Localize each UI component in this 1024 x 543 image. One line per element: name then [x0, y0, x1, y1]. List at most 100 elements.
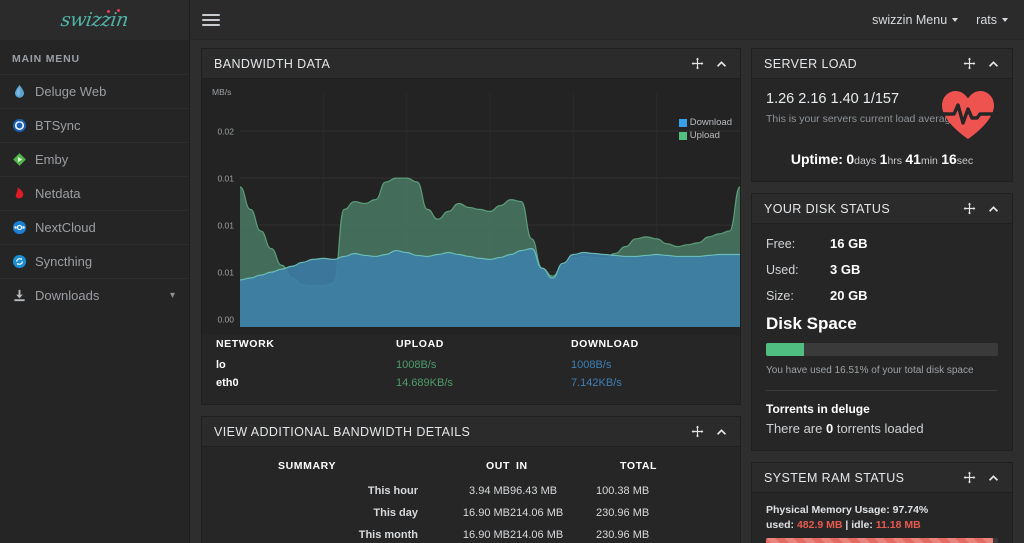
topnav-swizzin-menu[interactable]: swizzin Menu	[872, 12, 959, 27]
disk-status-panel: YOUR DISK STATUS Free: 16 GB Used: 3 GB …	[751, 193, 1013, 451]
sidebar-item-nextcloud[interactable]: NextCloud	[0, 210, 189, 244]
logo-text: swizzin	[59, 9, 130, 31]
col-out: OUT	[486, 460, 510, 472]
ram-usage-line: Physical Memory Usage: 97.74%	[766, 504, 929, 516]
move-icon[interactable]	[963, 202, 976, 215]
move-icon[interactable]	[691, 425, 704, 438]
row-out: 16.90 MB	[462, 507, 510, 519]
panel-header: SYSTEM RAM STATUS	[752, 463, 1012, 493]
row-label: This day	[373, 507, 418, 519]
sidebar-item-label: Emby	[35, 152, 69, 167]
ram-used-value: 482.9 MB	[796, 519, 843, 531]
net-interface-name: eth0	[216, 377, 239, 389]
move-icon[interactable]	[963, 57, 976, 70]
disk-used-value: 3 GB	[830, 262, 861, 277]
uptime-days: 0	[846, 151, 855, 167]
legend-label: Upload	[689, 130, 720, 141]
ram-detail-line: used: 482.9 MB | idle: 11.18 MB	[766, 519, 998, 531]
disk-free-row: Free: 16 GB	[766, 236, 998, 251]
net-interface-name: lo	[216, 359, 226, 371]
bandwidth-chart[interactable]: MB/s 0.02 0.01 0.01 0.01 0.00 Download Uploa…	[202, 79, 740, 335]
disk-used-row: Used: 3 GB	[766, 262, 998, 277]
sidebar-item-label: NextCloud	[35, 220, 96, 235]
net-download-value: 1008B/s	[571, 359, 612, 371]
disk-size-value: 20 GB	[830, 288, 868, 303]
topbar: swizzin Menu rats	[190, 0, 1024, 40]
topnav-label: swizzin Menu	[872, 12, 948, 27]
bandwidth-details-panel: VIEW ADDITIONAL BANDWIDTH DETAILS SUMMAR…	[201, 416, 741, 543]
disk-usage-bar-fill	[766, 343, 805, 356]
row-total: 100.38 MB	[596, 485, 650, 497]
torrents-line: There are 0 torrents loaded	[766, 421, 998, 436]
chevron-down-icon: ▾	[169, 290, 175, 301]
ram-usage-bar-fill	[766, 538, 993, 543]
chevron-up-icon[interactable]	[987, 471, 1000, 484]
bandwidth-data-panel: BANDWIDTH DATA MB/s 0.02 0.01 0.01 0.01 …	[201, 48, 741, 405]
legend-swatch	[678, 131, 687, 140]
table-row: This month 16.90 MB 214.06 MB 230.96 MB	[216, 524, 726, 543]
divider	[766, 390, 998, 391]
chevron-up-icon[interactable]	[987, 202, 1000, 215]
move-icon[interactable]	[691, 57, 704, 70]
row-in: 96.43 MB	[510, 485, 558, 497]
legend-item-download: Download	[678, 117, 732, 128]
panel-tools	[691, 57, 728, 70]
panel-tools	[691, 425, 728, 438]
legend-item-upload: Upload	[678, 130, 732, 141]
emby-diamond-icon	[13, 153, 26, 166]
col-in: IN	[516, 460, 528, 472]
topnav-user-menu[interactable]: rats	[976, 13, 1008, 27]
svg-text:0.01: 0.01	[217, 268, 234, 278]
ram-status-panel: SYSTEM RAM STATUS Physical Memory Usage:…	[751, 462, 1013, 543]
table-row: This hour 3.94 MB 96.43 MB 100.38 MB	[216, 480, 726, 502]
deluge-drop-icon	[15, 84, 24, 98]
sidebar-item-downloads[interactable]: Downloads ▾	[0, 278, 189, 312]
btsync-circle-icon	[12, 118, 27, 133]
chevron-up-icon[interactable]	[715, 57, 728, 70]
col-summary: SUMMARY	[278, 460, 337, 472]
legend-swatch	[678, 118, 687, 127]
sidebar-item-netdata[interactable]: Netdata	[0, 176, 189, 210]
torrents-title: Torrents in deluge	[766, 402, 870, 416]
syncthing-sync-icon	[12, 254, 27, 269]
ram-separator: |	[842, 519, 852, 531]
panel-body: Free: 16 GB Used: 3 GB Size: 20 GB Disk …	[752, 224, 1012, 450]
left-column: BANDWIDTH DATA MB/s 0.02 0.01 0.01 0.01 …	[201, 48, 741, 543]
hamburger-icon[interactable]	[202, 11, 220, 29]
chevron-up-icon[interactable]	[715, 425, 728, 438]
move-icon[interactable]	[963, 471, 976, 484]
panel-title: SYSTEM RAM STATUS	[764, 470, 905, 485]
sidebar-item-btsync[interactable]: BTSync	[0, 108, 189, 142]
sidebar-item-syncthing[interactable]: Syncthing	[0, 244, 189, 278]
torrents-prefix: There are	[766, 421, 826, 436]
logo-dot-icon	[117, 9, 120, 12]
panel-tools	[963, 471, 1000, 484]
disk-size-row: Size: 20 GB	[766, 288, 998, 303]
chart-y-unit: MB/s	[212, 87, 232, 97]
chevron-up-icon[interactable]	[987, 57, 1000, 70]
disk-space-heading: Disk Space	[766, 314, 857, 333]
row-total: 230.96 MB	[596, 507, 650, 519]
bandwidth-area-chart: 0.02 0.01 0.01 0.01 0.00	[202, 85, 740, 335]
panel-header: YOUR DISK STATUS	[752, 194, 1012, 224]
netdata-flame-icon	[15, 187, 24, 199]
table-row: lo 1008B/s 1008B/s	[216, 356, 726, 374]
panel-header: SERVER LOAD	[752, 49, 1012, 79]
row-out: 16.90 MB	[462, 529, 510, 541]
network-table: NETWORK UPLOAD DOWNLOAD lo 1008B/s 1008B…	[216, 329, 726, 392]
network-table-wrap: NETWORK UPLOAD DOWNLOAD lo 1008B/s 1008B…	[202, 329, 740, 404]
dashboard-content: BANDWIDTH DATA MB/s 0.02 0.01 0.01 0.01 …	[190, 40, 1024, 543]
net-upload-value: 14.689KB/s	[396, 377, 453, 389]
disk-free-value: 16 GB	[830, 236, 868, 251]
row-in: 214.06 MB	[510, 507, 564, 519]
row-label: This month	[358, 529, 418, 541]
logo[interactable]: swizzin	[0, 0, 189, 40]
nextcloud-cloud-icon	[12, 220, 27, 235]
sidebar-item-deluge-web[interactable]: Deluge Web	[0, 74, 189, 108]
ram-idle-label: idle:	[851, 519, 873, 531]
disk-free-label: Free:	[766, 237, 796, 251]
sidebar-item-emby[interactable]: Emby	[0, 142, 189, 176]
ram-used-label: used:	[766, 519, 795, 531]
server-load-panel: SERVER LOAD 1.26 2.16 1.40 1/157 This is…	[751, 48, 1013, 182]
panel-title: VIEW ADDITIONAL BANDWIDTH DETAILS	[214, 424, 471, 439]
